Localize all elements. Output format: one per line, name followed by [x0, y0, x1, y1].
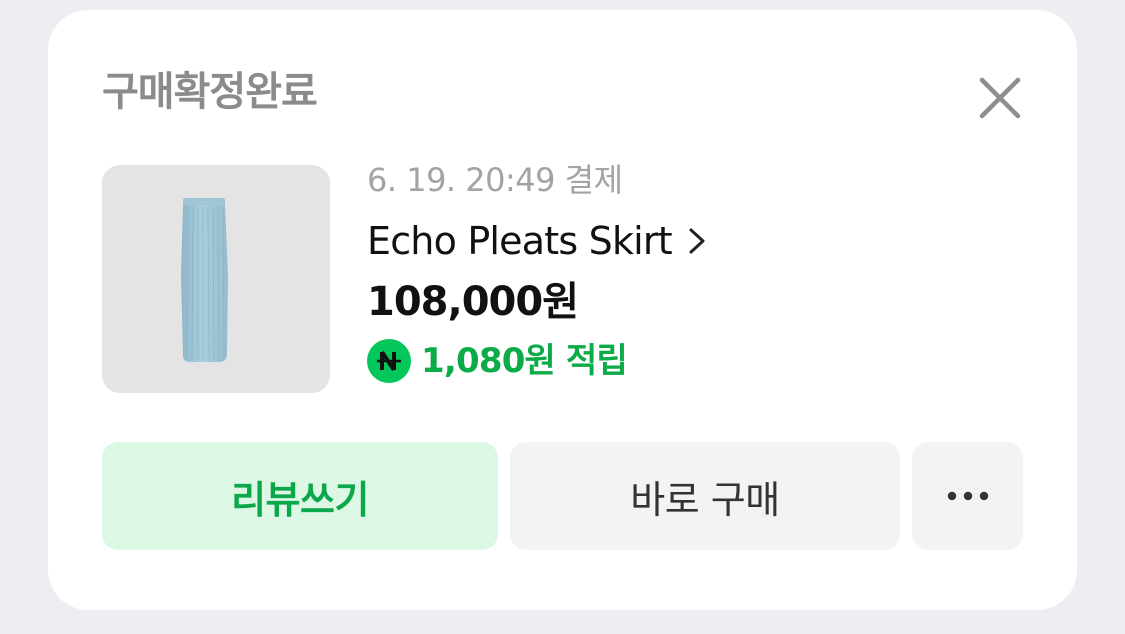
write-review-label: 리뷰쓰기: [231, 477, 369, 522]
order-details: 6. 19. 20:49 결제 Echo Pleats Skirt 108,00…: [367, 160, 1017, 383]
buy-again-button[interactable]: 바로 구매: [510, 442, 900, 550]
more-options-button[interactable]: [912, 442, 1023, 550]
close-button[interactable]: [972, 70, 1028, 126]
close-icon: [979, 77, 1021, 119]
skirt-image: [181, 198, 228, 362]
chevron-right-icon: [689, 228, 705, 254]
product-thumbnail[interactable]: [102, 165, 330, 393]
payment-datetime: 6. 19. 20:49 결제: [367, 161, 623, 199]
purchase-confirmed-card: 구매확정완료 6. 19. 20:49 결제 Echo Pleats Skirt…: [48, 10, 1077, 610]
product-price: 108,000원: [367, 279, 579, 325]
points-earned: 1,080원 적립: [421, 341, 628, 381]
write-review-button[interactable]: 리뷰쓰기: [102, 442, 498, 550]
buy-again-label: 바로 구매: [630, 477, 780, 522]
product-link[interactable]: Echo Pleats Skirt: [367, 219, 1017, 263]
naver-pay-n-icon: [367, 339, 411, 383]
card-title: 구매확정완료: [102, 69, 318, 115]
points-row: 1,080원 적립: [367, 339, 1017, 383]
product-name: Echo Pleats Skirt: [367, 219, 673, 263]
more-dots-icon: [947, 491, 988, 501]
